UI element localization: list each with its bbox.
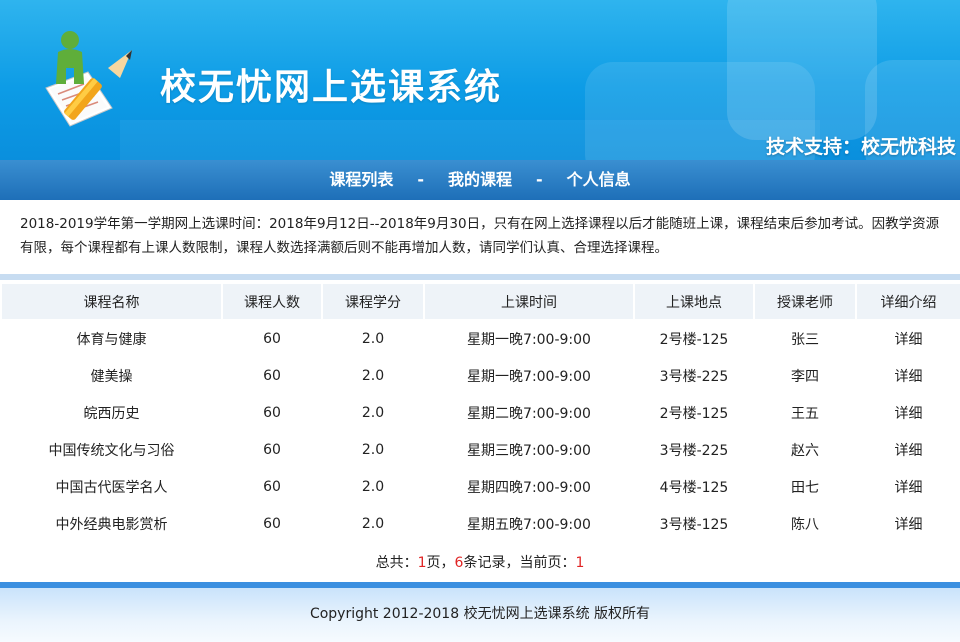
capacity-cell: 60 xyxy=(223,469,321,504)
table-row: 体育与健康 60 2.0 星期一晚7:00-9:00 2号楼-125 张三 详细 xyxy=(2,321,960,356)
details-link[interactable]: 详细 xyxy=(857,506,960,541)
course-name-cell: 皖西历史 xyxy=(2,395,221,430)
header-banner: 校无忧网上选课系统 技术支持：校无忧科技 xyxy=(0,0,960,160)
capacity-cell: 60 xyxy=(223,395,321,430)
notice-divider xyxy=(0,274,960,280)
credits-cell: 2.0 xyxy=(323,506,423,541)
location-cell: 3号楼-125 xyxy=(635,506,753,541)
nav-personal-info[interactable]: 个人信息 xyxy=(559,160,639,200)
location-cell: 4号楼-125 xyxy=(635,469,753,504)
details-link[interactable]: 详细 xyxy=(857,469,960,504)
pager-total-pages: 1 xyxy=(417,555,427,571)
main-nav: 课程列表 - 我的课程 - 个人信息 xyxy=(0,160,960,200)
column-header-location: 上课地点 xyxy=(635,284,753,319)
column-header-course-name: 课程名称 xyxy=(2,284,221,319)
column-header-teacher: 授课老师 xyxy=(755,284,855,319)
nav-my-courses[interactable]: 我的课程 xyxy=(440,160,520,200)
credits-cell: 2.0 xyxy=(323,358,423,393)
credits-cell: 2.0 xyxy=(323,395,423,430)
course-name-cell: 中国传统文化与习俗 xyxy=(2,432,221,467)
table-header-row: 课程名称 课程人数 课程学分 上课时间 上课地点 授课老师 详细介绍 xyxy=(2,284,960,319)
location-cell: 2号楼-125 xyxy=(635,395,753,430)
column-header-credits: 课程学分 xyxy=(323,284,423,319)
column-header-details: 详细介绍 xyxy=(857,284,960,319)
credits-cell: 2.0 xyxy=(323,321,423,356)
details-link[interactable]: 详细 xyxy=(857,432,960,467)
table-row: 中外经典电影赏析 60 2.0 星期五晚7:00-9:00 3号楼-125 陈八… xyxy=(2,506,960,541)
course-name-cell: 中国古代医学名人 xyxy=(2,469,221,504)
pager-current-page: 1 xyxy=(575,555,585,571)
tech-support-text: 技术支持：校无忧科技 xyxy=(765,136,956,158)
teacher-cell: 田七 xyxy=(755,469,855,504)
location-cell: 3号楼-225 xyxy=(635,358,753,393)
nav-separator: - xyxy=(417,170,424,189)
table-row: 中国传统文化与习俗 60 2.0 星期三晚7:00-9:00 3号楼-225 赵… xyxy=(2,432,960,467)
teacher-cell: 陈八 xyxy=(755,506,855,541)
table-row: 中国古代医学名人 60 2.0 星期四晚7:00-9:00 4号楼-125 田七… xyxy=(2,469,960,504)
capacity-cell: 60 xyxy=(223,432,321,467)
selection-notice: 2018-2019学年第一学期网上选课时间：2018年9月12日--2018年9… xyxy=(20,216,940,256)
schedule-cell: 星期一晚7:00-9:00 xyxy=(425,321,633,356)
teacher-cell: 赵六 xyxy=(755,432,855,467)
pager-prefix: 总共： xyxy=(375,555,418,571)
pager-records-suffix: 条记录，当前页： xyxy=(463,555,576,571)
schedule-cell: 星期一晚7:00-9:00 xyxy=(425,358,633,393)
teacher-cell: 王五 xyxy=(755,395,855,430)
course-name-cell: 体育与健康 xyxy=(2,321,221,356)
location-cell: 3号楼-225 xyxy=(635,432,753,467)
course-name-cell: 健美操 xyxy=(2,358,221,393)
schedule-cell: 星期二晚7:00-9:00 xyxy=(425,395,633,430)
course-table: 课程名称 课程人数 课程学分 上课时间 上课地点 授课老师 详细介绍 体育与健康… xyxy=(0,282,960,543)
capacity-cell: 60 xyxy=(223,321,321,356)
column-header-capacity: 课程人数 xyxy=(223,284,321,319)
capacity-cell: 60 xyxy=(223,358,321,393)
footer-copyright: Copyright 2012-2018 校无忧网上选课系统 版权所有 xyxy=(309,606,651,622)
location-cell: 2号楼-125 xyxy=(635,321,753,356)
student-pencil-logo-icon xyxy=(45,31,132,127)
header-decoration xyxy=(120,120,820,160)
credits-cell: 2.0 xyxy=(323,432,423,467)
details-link[interactable]: 详细 xyxy=(857,358,960,393)
table-row: 皖西历史 60 2.0 星期二晚7:00-9:00 2号楼-125 王五 详细 xyxy=(2,395,960,430)
schedule-cell: 星期四晚7:00-9:00 xyxy=(425,469,633,504)
capacity-cell: 60 xyxy=(223,506,321,541)
course-name-cell: 中外经典电影赏析 xyxy=(2,506,221,541)
details-link[interactable]: 详细 xyxy=(857,395,960,430)
teacher-cell: 张三 xyxy=(755,321,855,356)
nav-course-list[interactable]: 课程列表 xyxy=(321,160,401,200)
schedule-cell: 星期三晚7:00-9:00 xyxy=(425,432,633,467)
details-link[interactable]: 详细 xyxy=(857,321,960,356)
site-title: 校无忧网上选课系统 xyxy=(160,67,503,108)
teacher-cell: 李四 xyxy=(755,358,855,393)
schedule-cell: 星期五晚7:00-9:00 xyxy=(425,506,633,541)
credits-cell: 2.0 xyxy=(323,469,423,504)
table-row: 健美操 60 2.0 星期一晚7:00-9:00 3号楼-225 李四 详细 xyxy=(2,358,960,393)
nav-separator: - xyxy=(536,170,543,189)
column-header-schedule: 上课时间 xyxy=(425,284,633,319)
pagination-summary: 总共：1页，6条记录，当前页：1 xyxy=(0,552,960,572)
pager-pages-suffix: 页， xyxy=(426,555,455,571)
